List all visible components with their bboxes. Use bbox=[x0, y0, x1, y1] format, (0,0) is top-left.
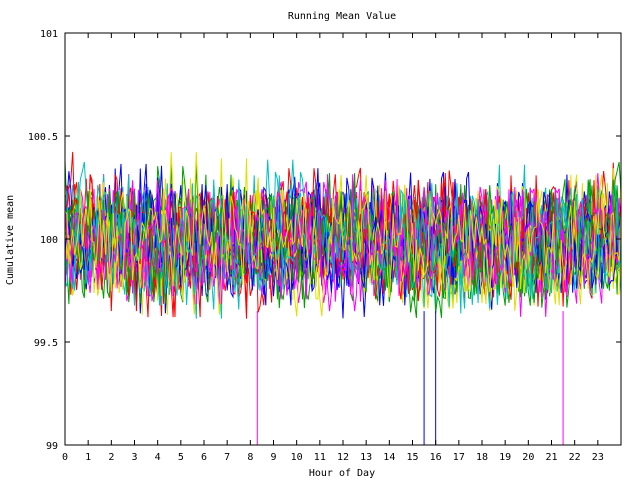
y-axis-label: Cumulative mean bbox=[5, 195, 16, 285]
x-tick-label-0: 0 bbox=[62, 452, 68, 463]
x-tick-label-4: 4 bbox=[155, 452, 161, 463]
y-tick-label-3: 100.5 bbox=[28, 132, 58, 143]
x-tick-label-12: 12 bbox=[337, 452, 349, 463]
x-tick-label-6: 6 bbox=[201, 452, 207, 463]
x-tick-label-23: 23 bbox=[592, 452, 604, 463]
x-tick-label-14: 14 bbox=[383, 452, 395, 463]
x-tick-label-3: 3 bbox=[131, 452, 137, 463]
x-tick-label-11: 11 bbox=[314, 452, 326, 463]
x-axis-label: Hour of Day bbox=[309, 468, 375, 479]
x-tick-label-20: 20 bbox=[522, 452, 534, 463]
x-tick-label-19: 19 bbox=[499, 452, 511, 463]
x-tick-label-22: 22 bbox=[569, 452, 581, 463]
x-tick-label-17: 17 bbox=[453, 452, 465, 463]
x-tick-label-8: 8 bbox=[247, 452, 253, 463]
x-tick-label-15: 15 bbox=[406, 452, 418, 463]
y-tick-label-2: 100 bbox=[40, 235, 58, 246]
x-tick-label-13: 13 bbox=[360, 452, 372, 463]
x-tick-label-10: 10 bbox=[291, 452, 303, 463]
x-tick-label-5: 5 bbox=[178, 452, 184, 463]
y-tick-label-1: 99.5 bbox=[34, 338, 58, 349]
y-tick-label-0: 99 bbox=[46, 441, 58, 452]
x-tick-label-18: 18 bbox=[476, 452, 488, 463]
x-tick-label-21: 21 bbox=[545, 452, 557, 463]
chart-title: Running Mean Value bbox=[288, 11, 396, 22]
x-tick-label-1: 1 bbox=[85, 452, 91, 463]
x-tick-label-2: 2 bbox=[108, 452, 114, 463]
x-tick-label-9: 9 bbox=[270, 452, 276, 463]
x-tick-label-16: 16 bbox=[430, 452, 442, 463]
y-tick-label-4: 101 bbox=[40, 29, 58, 40]
running-mean-chart: Running Mean Value 9999.5100100.51010 1 2 3… bbox=[5, 11, 622, 479]
x-tick-label-7: 7 bbox=[224, 452, 230, 463]
series-group bbox=[64, 151, 622, 445]
